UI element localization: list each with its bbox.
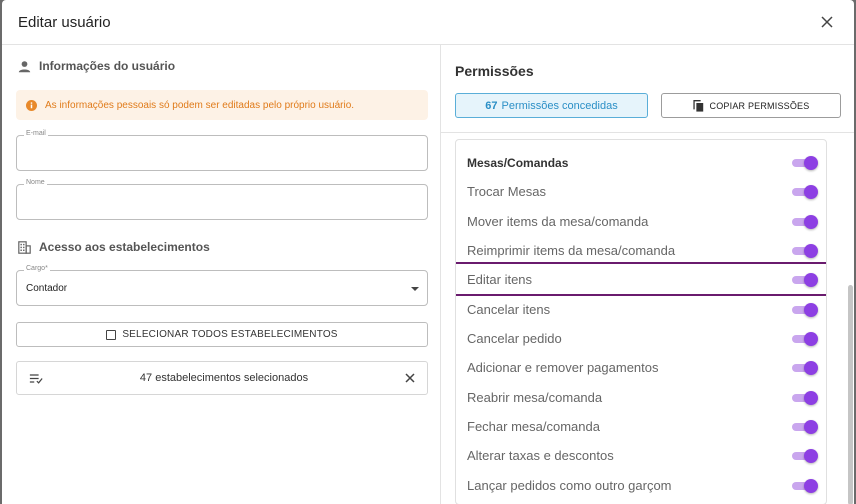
toggle-thumb <box>804 331 818 346</box>
permission-toggle[interactable] <box>792 331 818 346</box>
toggle-thumb <box>804 448 818 463</box>
select-all-establishments-button[interactable]: SELECIONAR TODOS ESTABELECIMENTOS <box>16 322 428 347</box>
modal-title: Editar usuário <box>18 13 111 31</box>
role-select[interactable]: Cargo* Contador <box>16 265 428 306</box>
permission-toggle[interactable] <box>792 214 818 229</box>
edit-user-modal: Editar usuário Informações do usuário As… <box>2 0 854 504</box>
clear-icon[interactable] <box>405 373 415 383</box>
selected-establishments[interactable]: 47 estabelecimentos selecionados <box>16 361 428 395</box>
email-label: E-mail <box>24 130 48 137</box>
toggle-thumb <box>804 184 818 199</box>
permissions-count: 67 <box>485 99 498 112</box>
toggle-thumb <box>804 478 818 493</box>
toggle-thumb <box>804 214 818 229</box>
permission-label: Mover items da mesa/comanda <box>467 214 649 229</box>
permission-row: Editar itens <box>456 265 826 294</box>
permission-label: Reabrir mesa/comanda <box>467 390 603 405</box>
permission-row: Fechar mesa/comanda <box>456 412 826 441</box>
permission-label: Fechar mesa/comanda <box>467 419 600 434</box>
user-info-heading-text: Informações do usuário <box>39 59 176 73</box>
role-label: Cargo* <box>24 265 50 272</box>
permission-row: Adicionar e remover pagamentos <box>456 353 826 382</box>
info-alert: As informações pessoais só podem ser edi… <box>16 90 428 120</box>
permission-row: Alterar taxas e descontos <box>456 441 826 470</box>
copy-permissions-button[interactable]: COPIAR PERMISSÕES <box>661 93 841 118</box>
toggle-thumb <box>804 419 818 434</box>
permission-toggle[interactable] <box>792 448 818 463</box>
toggle-thumb <box>804 272 818 287</box>
info-alert-text: As informações pessoais só podem ser edi… <box>45 99 355 111</box>
permission-toggle[interactable] <box>792 155 818 170</box>
permission-label: Reimprimir items da mesa/comanda <box>467 243 676 258</box>
toggle-thumb <box>804 243 818 258</box>
permission-label: Lançar pedidos como outro garçom <box>467 478 672 493</box>
copy-permissions-label: COPIAR PERMISSÕES <box>709 100 810 111</box>
toggle-thumb <box>804 360 818 375</box>
name-label: Nome <box>24 179 47 186</box>
role-value: Contador <box>26 283 68 294</box>
permission-toggle[interactable] <box>792 478 818 493</box>
info-icon <box>26 99 37 111</box>
list-check-icon <box>29 373 43 384</box>
checkbox-icon <box>106 329 117 340</box>
permission-toggle[interactable] <box>792 360 818 375</box>
permission-toggle[interactable] <box>792 243 818 258</box>
permission-label: Mesas/Comandas <box>467 155 569 170</box>
permission-toggle[interactable] <box>792 390 818 405</box>
toggle-thumb <box>804 155 818 170</box>
permission-label: Cancelar itens <box>467 302 551 317</box>
divider <box>441 132 854 133</box>
selected-establishments-text: 47 estabelecimentos selecionados <box>139 372 309 384</box>
permission-toggle[interactable] <box>792 302 818 317</box>
email-field[interactable]: E-mail <box>16 130 428 171</box>
user-info-heading: Informações do usuário <box>18 59 175 73</box>
chevron-down-icon <box>411 287 419 291</box>
permissions-panel: Permissões 67 Permissões concedidas COPI… <box>441 45 854 504</box>
permission-label: Editar itens <box>467 272 533 287</box>
permission-row: Cancelar pedido <box>456 324 826 353</box>
user-info-panel: Informações do usuário As informações pe… <box>2 45 441 504</box>
permission-toggle[interactable] <box>792 419 818 434</box>
copy-icon <box>692 99 703 112</box>
permissions-list: Mesas/Comandas Trocar Mesas Mover items da… <box>455 139 827 504</box>
permission-label: Adicionar e remover pagamentos <box>467 360 659 375</box>
select-all-label: SELECIONAR TODOS ESTABELECIMENTOS <box>122 329 338 340</box>
toggle-thumb <box>804 302 818 317</box>
permission-label: Alterar taxas e descontos <box>467 448 614 463</box>
permission-label: Cancelar pedido <box>467 331 562 346</box>
permissions-count-label: Permissões concedidas <box>501 99 618 112</box>
close-button[interactable] <box>816 11 838 33</box>
building-icon <box>18 240 31 254</box>
permissions-title: Permissões <box>455 63 534 79</box>
permission-row: Mover items da mesa/comanda <box>456 207 826 236</box>
scrollbar[interactable] <box>848 285 853 504</box>
permission-row: Trocar Mesas <box>456 177 826 206</box>
permissions-count-badge[interactable]: 67 Permissões concedidas <box>455 93 648 118</box>
permission-toggle[interactable] <box>792 184 818 199</box>
modal-header: Editar usuário <box>2 0 854 45</box>
permission-toggle[interactable] <box>792 272 818 287</box>
permission-row: Cancelar itens <box>456 295 826 324</box>
access-heading-text: Acesso aos estabelecimentos <box>39 240 210 254</box>
permission-row: Reimprimir items da mesa/comanda <box>456 236 826 265</box>
close-icon <box>821 16 833 28</box>
toggle-thumb <box>804 390 818 405</box>
name-field[interactable]: Nome <box>16 179 428 220</box>
permission-row: Reabrir mesa/comanda <box>456 383 826 412</box>
permission-label: Trocar Mesas <box>467 184 546 199</box>
person-icon <box>18 60 31 72</box>
permission-row: Lançar pedidos como outro garçom <box>456 471 826 500</box>
access-heading: Acesso aos estabelecimentos <box>18 240 210 254</box>
permission-group-row: Mesas/Comandas <box>456 148 826 177</box>
